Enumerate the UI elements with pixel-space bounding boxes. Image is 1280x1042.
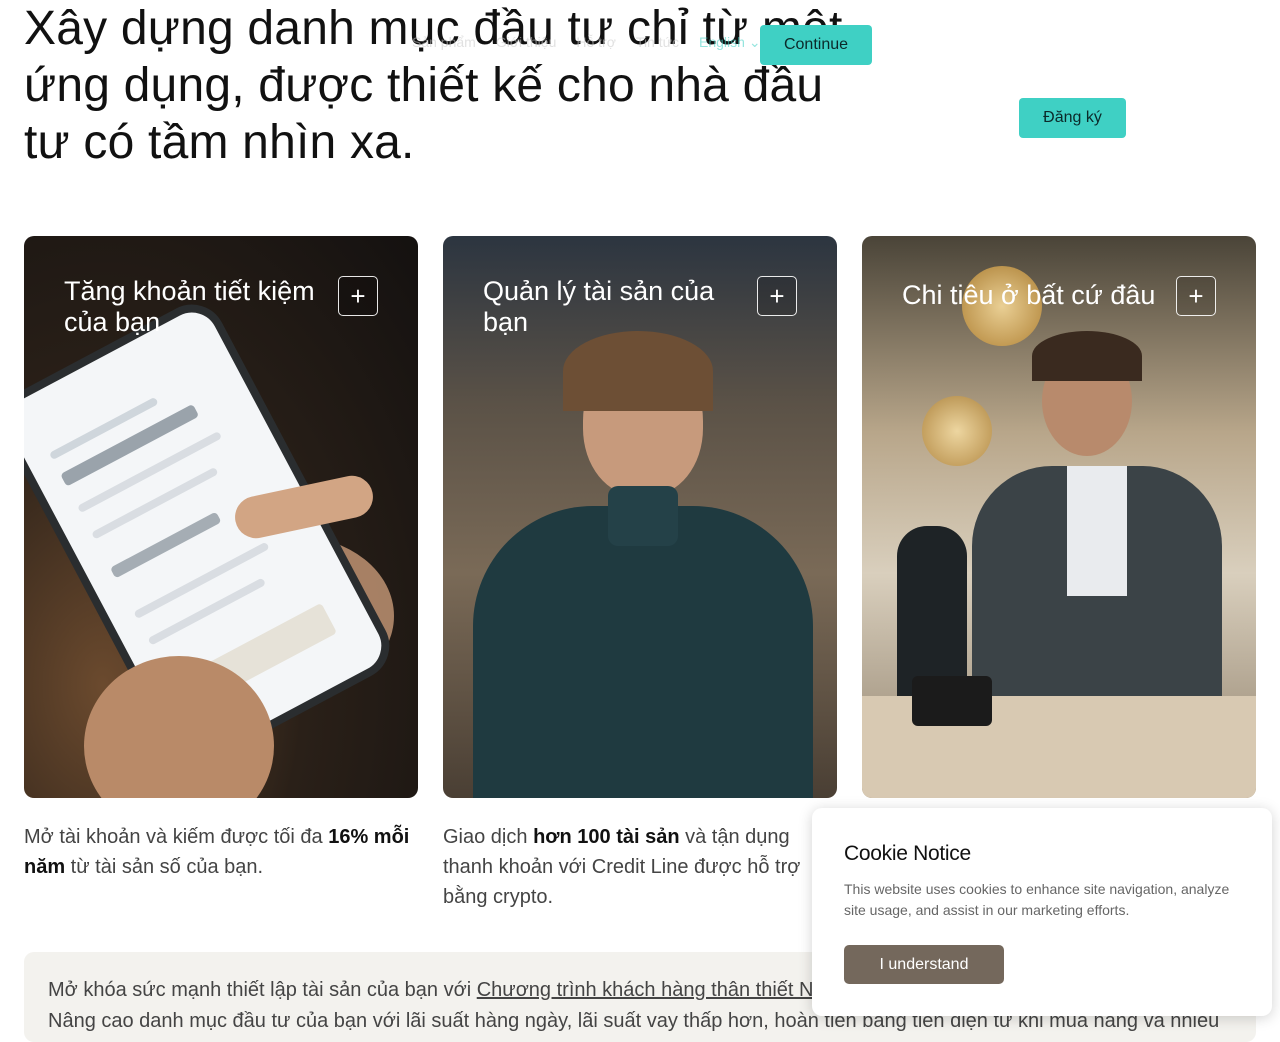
nav-item[interactable]: Hỗ trợ: [576, 34, 616, 51]
plus-icon[interactable]: +: [1176, 276, 1216, 316]
card-wealth[interactable]: Quản lý tài sản của bạn +: [443, 236, 837, 798]
card-spend[interactable]: Chi tiêu ở bất cứ đâu +: [862, 236, 1256, 798]
language-selector[interactable]: English ⌄: [699, 34, 761, 51]
nav-item[interactable]: Sản phẩm: [412, 34, 476, 51]
card-title: Quản lý tài sản của bạn: [483, 276, 715, 337]
faded-nav: Sản phẩm Giới thiệu Hỗ trợ Tin tức Engli…: [412, 34, 761, 51]
card-savings[interactable]: Tăng khoản tiết kiệm của bạn +: [24, 236, 418, 798]
cookie-accept-button[interactable]: I understand: [844, 945, 1004, 984]
cookie-title: Cookie Notice: [844, 842, 971, 865]
card-title: Chi tiêu ở bất cứ đâu: [902, 280, 1156, 310]
continue-button[interactable]: Continue: [760, 25, 872, 65]
wealth-description: Giao dịch hơn 100 tài sản và tận dụng th…: [443, 826, 801, 908]
savings-description: Mở tài khoản và kiếm được tối đa 16% mỗi…: [24, 826, 410, 878]
cookie-notice: Cookie Notice This website uses cookies …: [812, 808, 1272, 1016]
card-title: Tăng khoản tiết kiệm của bạn: [64, 276, 315, 337]
chevron-down-icon: ⌄: [748, 34, 761, 50]
plus-icon[interactable]: +: [338, 276, 378, 316]
promo-line-1: Mở khóa sức mạnh thiết lập tài sản của b…: [48, 979, 814, 1001]
signup-button[interactable]: Đăng ký: [1019, 98, 1126, 138]
loyalty-program-link[interactable]: Chương trình khách hàng thân thiết N: [477, 979, 814, 1001]
nav-item[interactable]: Giới thiệu: [496, 34, 557, 51]
cookie-text: This website uses cookies to enhance sit…: [844, 881, 1230, 918]
hero-title: Xây dựng danh mục đầu tư chỉ từ một ứng …: [24, 2, 843, 169]
plus-icon[interactable]: +: [757, 276, 797, 316]
nav-item[interactable]: Tin tức: [636, 34, 679, 51]
